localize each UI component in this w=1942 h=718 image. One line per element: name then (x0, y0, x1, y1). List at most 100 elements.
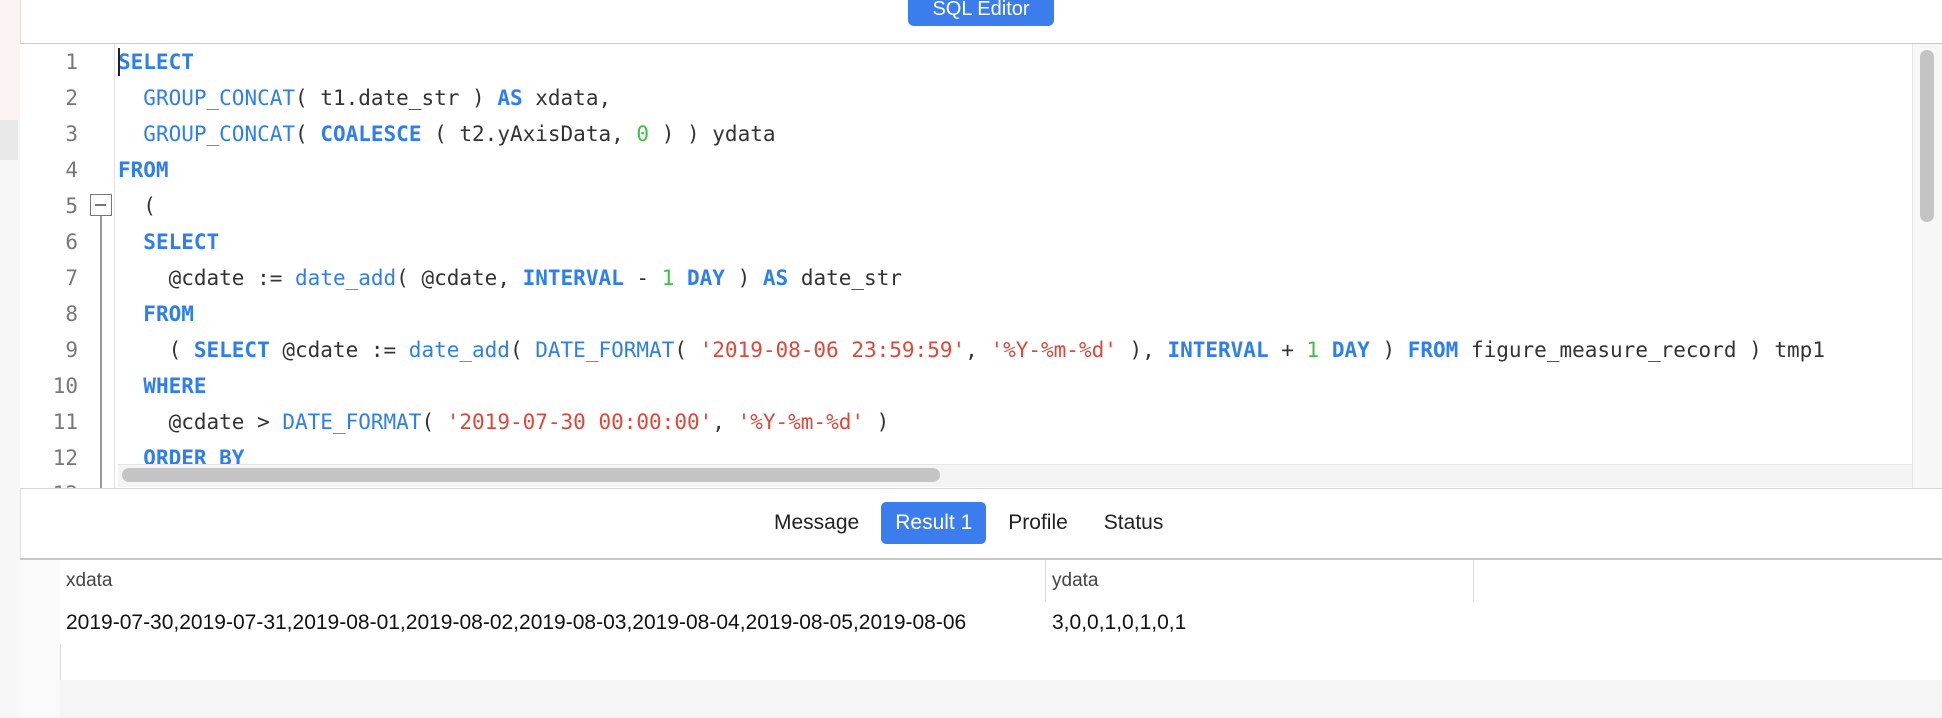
code-token: '2019-07-30 00:00:00' (446, 410, 713, 434)
line-number: 2 (65, 86, 78, 110)
line-number: 4 (65, 158, 78, 182)
code-token: WHERE (143, 374, 207, 398)
editor-results-divider[interactable] (20, 488, 1942, 489)
code-token: figure_measure_record ) tmp1 (1458, 338, 1825, 362)
code-token: ( (509, 338, 536, 362)
left-panel-selected-item[interactable] (0, 120, 18, 160)
tab-message[interactable]: Message (760, 502, 873, 544)
left-panel-highlight (0, 0, 20, 120)
code-token: 0 (636, 122, 650, 146)
code-token: SELECT (118, 50, 194, 74)
code-token: GROUP_CONCAT (143, 122, 296, 146)
line-number: 3 (65, 122, 78, 146)
vertical-scrollbar-thumb[interactable] (1920, 50, 1934, 222)
code-token: DAY (1331, 338, 1370, 362)
code-line[interactable]: SELECT (118, 44, 194, 80)
grid-header: xdata ydata (60, 560, 1942, 603)
cell-xdata[interactable]: 2019-07-30,2019-07-31,2019-08-01,2019-08… (60, 602, 1046, 644)
code-line[interactable]: GROUP_CONCAT( t1.date_str ) AS xdata, (118, 80, 611, 116)
text-cursor (118, 48, 120, 76)
code-token: ( (118, 194, 156, 218)
code-token: COALESCE (320, 122, 422, 146)
table-row[interactable]: 2019-07-30,2019-07-31,2019-08-01,2019-08… (60, 602, 1942, 644)
code-token: FROM (118, 158, 169, 182)
line-number: 1 (65, 50, 78, 74)
code-token: ) (1369, 338, 1408, 362)
code-token: ( (118, 338, 194, 362)
code-line[interactable]: GROUP_CONCAT( COALESCE ( t2.yAxisData, 0… (118, 116, 776, 152)
line-number: 8 (65, 302, 78, 326)
code-token: SELECT (193, 338, 270, 362)
code-token: FROM (143, 302, 194, 326)
code-line[interactable]: @cdate > DATE_FORMAT( '2019-07-30 00:00:… (118, 404, 890, 440)
cell-ydata[interactable]: 3,0,0,1,0,1,0,1 (1046, 602, 1474, 644)
code-token: ( t1.date_str ) (295, 86, 498, 110)
code-token: @cdate > (118, 410, 283, 434)
code-token: date_add (295, 266, 397, 290)
code-token: ( (421, 410, 447, 434)
code-token: 1 (1306, 338, 1320, 362)
code-token: ) (724, 266, 763, 290)
code-token: @cdate := (118, 266, 296, 290)
code-token: DATE_FORMAT (282, 410, 422, 434)
line-number: 13 (20, 476, 84, 488)
code-token: SELECT (143, 230, 220, 254)
line-number: 10 (52, 374, 78, 398)
horizontal-scrollbar-thumb[interactable] (122, 468, 940, 482)
line-number: 11 (52, 410, 78, 434)
code-token: , (712, 410, 738, 434)
code-token: ( @cdate, (396, 266, 523, 290)
code-token: ( t2.yAxisData, (421, 122, 637, 146)
tab-profile[interactable]: Profile (994, 502, 1082, 544)
code-token: ), (1116, 338, 1168, 362)
code-line[interactable]: SELECT (118, 224, 219, 260)
code-line[interactable]: ( SELECT @cdate := date_add( DATE_FORMAT… (118, 332, 1825, 368)
code-token: ( (295, 122, 321, 146)
column-header-ydata[interactable]: ydata (1046, 560, 1474, 602)
fold-collapse-icon[interactable] (90, 194, 112, 216)
code-area[interactable]: SELECT GROUP_CONCAT( t1.date_str ) AS xd… (118, 44, 1912, 488)
code-token: @cdate := (269, 338, 409, 362)
code-token: - (623, 266, 662, 290)
code-token: ) (864, 410, 890, 434)
code-token: xdata, (522, 86, 612, 110)
tab-status[interactable]: Status (1090, 502, 1178, 544)
code-token: '%Y-%m-%d' (990, 338, 1117, 362)
tab-result-1[interactable]: Result 1 (881, 502, 987, 544)
code-token: INTERVAL (522, 266, 624, 290)
column-header-xdata[interactable]: xdata (60, 560, 1046, 602)
code-line[interactable]: @cdate := date_add( @cdate, INTERVAL - 1… (118, 260, 902, 296)
code-line[interactable]: FROM (118, 296, 194, 332)
code-token: GROUP_CONCAT (143, 86, 296, 110)
window-title-tab[interactable]: SQL Editor (908, 0, 1054, 26)
row-number-column (20, 560, 61, 718)
line-number-gutter: 12345678910111213 (20, 44, 84, 488)
line-number: 9 (65, 338, 78, 362)
code-line[interactable]: ( (118, 188, 156, 224)
code-token: INTERVAL (1167, 338, 1269, 362)
empty-row (60, 680, 1942, 718)
fold-range-line (100, 216, 102, 488)
line-number: 5 (65, 194, 78, 218)
result-grid: xdata ydata 2019-07-30,2019-07-31,2019-0… (20, 560, 1942, 718)
code-token: AS (497, 86, 523, 110)
code-line[interactable]: WHERE (118, 368, 207, 404)
code-token: 1 (661, 266, 675, 290)
line-number: 12 (52, 446, 78, 470)
sql-editor[interactable]: 12345678910111213 SELECT GROUP_CONCAT( t… (20, 44, 1942, 488)
code-token: DAY (687, 266, 725, 290)
code-token: ( (674, 338, 700, 362)
code-token: '2019-08-06 23:59:59' (699, 338, 966, 362)
code-token: AS (762, 266, 789, 290)
result-tabs: Message Result 1 Profile Status (760, 502, 1177, 544)
code-token: date_add (408, 338, 510, 362)
code-token: ) ) ydata (649, 122, 776, 146)
code-line[interactable]: FROM (118, 152, 169, 188)
